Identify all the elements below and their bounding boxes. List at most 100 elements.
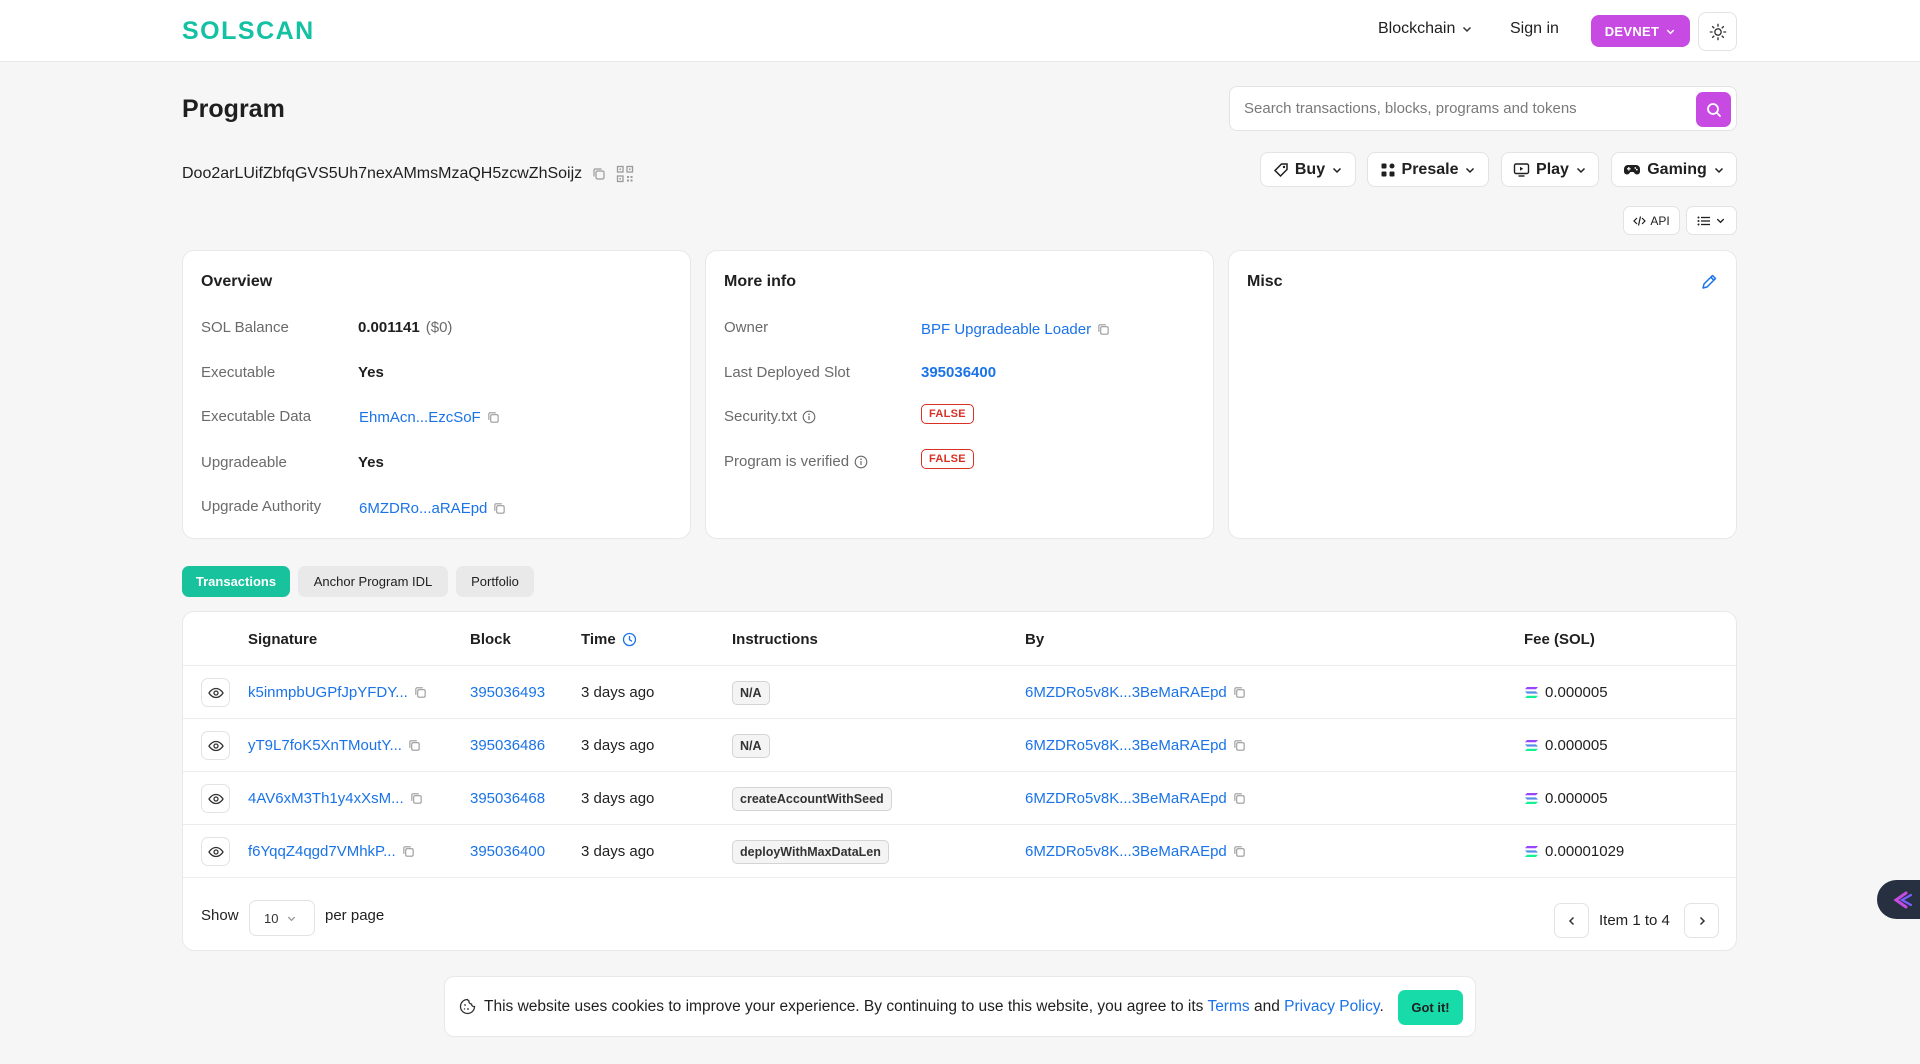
tab-portfolio[interactable]: Portfolio [456, 566, 534, 597]
edit-pencil-icon[interactable] [1700, 273, 1718, 291]
view-details-button[interactable] [201, 678, 230, 707]
chevron-left-icon [1568, 916, 1574, 925]
signer-link[interactable]: 6MZDRo5v8K...3BeMaRAEpd [1025, 737, 1227, 754]
network-label: DEVNET [1604, 23, 1660, 39]
owner-link[interactable]: BPF Upgradeable Loader [921, 321, 1091, 338]
copy-icon[interactable] [493, 502, 506, 515]
signature-cell: k5inmpbUGPfJpYFDY... [248, 666, 427, 719]
sol-balance-usd: ($0) [425, 319, 453, 336]
api-label: API [1650, 213, 1670, 228]
copy-icon[interactable] [408, 739, 421, 752]
buy-button[interactable]: Buy [1260, 152, 1356, 187]
presale-button[interactable]: Presale [1367, 152, 1489, 187]
copy-icon[interactable] [1097, 323, 1110, 336]
side-assistant-widget[interactable] [1877, 880, 1920, 919]
cookie-and-text: and [1253, 997, 1280, 1015]
view-options-button[interactable] [1686, 206, 1737, 235]
copy-icon[interactable] [487, 411, 500, 424]
chevron-down-icon [1463, 26, 1472, 33]
view-details-button[interactable] [201, 731, 230, 760]
block-link[interactable]: 395036468 [470, 790, 545, 807]
fee-cell: 0.00001029 [1524, 825, 1624, 878]
by-cell: 6MZDRo5v8K...3BeMaRAEpd [1025, 666, 1246, 719]
copy-icon[interactable] [410, 792, 423, 805]
search-icon [1706, 102, 1721, 117]
terms-link[interactable]: Terms [1207, 998, 1249, 1015]
fee-cell: 0.000005 [1524, 666, 1608, 719]
signer-link[interactable]: 6MZDRo5v8K...3BeMaRAEpd [1025, 790, 1227, 807]
api-button[interactable]: API [1623, 206, 1680, 235]
code-icon [1633, 215, 1647, 226]
copy-icon[interactable] [402, 845, 415, 858]
column-header-time-label: Time [581, 631, 616, 648]
gaming-button[interactable]: Gaming [1611, 152, 1737, 187]
previous-page-button[interactable] [1554, 903, 1589, 938]
theme-toggle-button[interactable] [1698, 12, 1737, 51]
executable-value: Yes [358, 364, 384, 381]
signer-link[interactable]: 6MZDRo5v8K...3BeMaRAEpd [1025, 684, 1227, 701]
signer-link[interactable]: 6MZDRo5v8K...3BeMaRAEpd [1025, 843, 1227, 860]
cookie-text: This website uses cookies to improve you… [484, 997, 1204, 1015]
sol-balance-amount: 0.001141 [358, 319, 420, 336]
signature-link[interactable]: 4AV6xM3Th1y4xXsM... [248, 790, 404, 807]
more-info-card: More info Owner BPF Upgradeable Loader L… [705, 250, 1214, 539]
privacy-policy-link[interactable]: Privacy Policy [1284, 998, 1379, 1015]
view-details-button[interactable] [201, 837, 230, 866]
play-button[interactable]: Play [1501, 152, 1599, 187]
info-icon[interactable] [802, 410, 816, 424]
executable-data-link[interactable]: EhmAcn...EzcSoF [359, 409, 481, 426]
upgradeable-value-text: Yes [358, 454, 384, 471]
overview-card: Overview SOL Balance 0.001141 ($0) Execu… [182, 250, 691, 539]
sign-in-link[interactable]: Sign in [1510, 20, 1559, 38]
block-link[interactable]: 395036400 [470, 843, 545, 860]
info-icon[interactable] [854, 455, 868, 469]
blockchain-menu[interactable]: Blockchain [1378, 20, 1473, 38]
fee-cell: 0.000005 [1524, 719, 1608, 772]
program-verified-label: Program is verified [724, 453, 868, 470]
copy-icon[interactable] [1233, 686, 1246, 699]
tab-anchor-program-idl[interactable]: Anchor Program IDL [298, 566, 448, 597]
show-label: Show [201, 907, 239, 924]
column-header-fee: Fee (SOL) [1524, 631, 1595, 648]
column-header-time[interactable]: Time [581, 631, 637, 648]
upgrade-authority-link[interactable]: 6MZDRo...aRAEpd [359, 500, 487, 517]
table-row: f6YqqZ4qgd7VMhkP... 395036400 3 days ago… [183, 825, 1736, 878]
page-size-select[interactable]: 10 [249, 900, 315, 936]
copy-icon[interactable] [1233, 845, 1246, 858]
upgrade-authority-value: 6MZDRo...aRAEpd [359, 500, 506, 517]
block-link[interactable]: 395036486 [470, 737, 545, 754]
chevron-down-icon [1333, 167, 1342, 173]
blockchain-menu-label: Blockchain [1378, 20, 1456, 37]
copy-icon[interactable] [414, 686, 427, 699]
view-details-button[interactable] [201, 784, 230, 813]
copy-icon[interactable] [1233, 792, 1246, 805]
row-view-cell [201, 666, 230, 719]
qr-code-icon[interactable] [616, 165, 634, 183]
signature-link[interactable]: f6YqqZ4qgd7VMhkP... [248, 843, 396, 860]
tab-transactions[interactable]: Transactions [182, 566, 290, 597]
sol-balance-label: SOL Balance [201, 319, 289, 336]
signature-link[interactable]: yT9L7foK5XnTMoutY... [248, 737, 402, 754]
search-input[interactable] [1244, 87, 1684, 130]
signature-link[interactable]: k5inmpbUGPfJpYFDY... [248, 684, 408, 701]
owner-label: Owner [724, 319, 769, 336]
cookie-accept-button[interactable]: Got it! [1398, 990, 1463, 1025]
clock-icon[interactable] [622, 632, 637, 647]
copy-icon[interactable] [592, 167, 606, 181]
block-link[interactable]: 395036493 [470, 684, 545, 701]
copy-icon[interactable] [1233, 739, 1246, 752]
next-page-button[interactable] [1684, 903, 1719, 938]
eye-icon [207, 687, 224, 698]
chevron-right-icon [1699, 916, 1705, 925]
time-cell: 3 days ago [581, 737, 655, 754]
solscan-logo[interactable]: SOLSCAN [182, 17, 315, 46]
instruction-cell: createAccountWithSeed [732, 772, 892, 825]
cookie-banner: This website uses cookies to improve you… [444, 976, 1476, 1037]
solana-icon [1525, 740, 1538, 751]
search-button[interactable] [1696, 92, 1731, 127]
network-selector-button[interactable]: DEVNET [1591, 15, 1690, 47]
last-deployed-slot-link[interactable]: 395036400 [921, 364, 996, 381]
table-pagination: Show 10 per page Item 1 to 4 [183, 884, 1736, 950]
by-cell: 6MZDRo5v8K...3BeMaRAEpd [1025, 719, 1246, 772]
top-navbar: SOLSCAN Blockchain Sign in DEVNET [0, 0, 1920, 62]
